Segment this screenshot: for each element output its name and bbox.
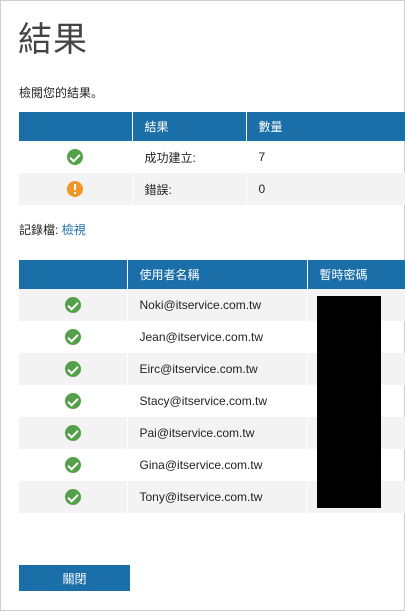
username-cell: Noki@itservice.com.tw — [127, 289, 308, 321]
username-cell: Stacy@itservice.com.tw — [127, 385, 308, 417]
summary-header-icon — [19, 112, 133, 141]
summary-header-row: 結果 數量 — [19, 112, 405, 141]
success-check-icon — [64, 297, 81, 313]
username-cell: Jean@itservice.com.tw — [127, 321, 308, 353]
username-cell: Gina@itservice.com.tw — [127, 449, 308, 481]
success-check-icon — [67, 149, 84, 165]
log-file-line: 記錄檔: 檢視 — [19, 221, 86, 238]
success-check-icon — [64, 393, 81, 409]
intro-text: 檢閱您的結果。 — [19, 86, 104, 100]
username-cell: Pai@itservice.com.tw — [127, 417, 308, 449]
users-header-temp-password: 暫時密碼 — [307, 260, 405, 289]
page-title: 結果 — [18, 20, 88, 60]
success-check-icon — [64, 457, 81, 473]
success-check-icon — [64, 425, 81, 441]
username-cell: Tony@itservice.com.tw — [127, 481, 308, 513]
success-check-icon — [64, 361, 81, 377]
warning-exclamation-icon — [67, 181, 84, 197]
success-check-icon — [64, 489, 81, 505]
summary-header-result: 結果 — [132, 112, 247, 141]
summary-label: 錯誤: — [132, 173, 247, 205]
username-cell: Eirc@itservice.com.tw — [127, 353, 308, 385]
log-file-label: 記錄檔: — [19, 223, 59, 237]
success-check-icon — [64, 329, 81, 345]
users-header-username: 使用者名稱 — [127, 260, 308, 289]
redacted-password-block — [317, 296, 381, 508]
summary-count: 0 — [246, 173, 405, 205]
summary-row-error: 錯誤: 0 — [19, 173, 405, 205]
view-log-link[interactable]: 檢視 — [62, 223, 86, 237]
summary-table: 結果 數量 成功建立: 7 錯誤: 0 — [19, 112, 405, 205]
users-header-icon — [19, 260, 128, 289]
summary-row-success: 成功建立: 7 — [19, 141, 405, 173]
close-button[interactable]: 關閉 — [19, 565, 130, 591]
users-header-row: 使用者名稱 暫時密碼 — [19, 260, 405, 289]
summary-count: 7 — [258, 150, 266, 164]
summary-header-count: 數量 — [246, 112, 405, 141]
summary-label: 成功建立: — [132, 141, 247, 173]
